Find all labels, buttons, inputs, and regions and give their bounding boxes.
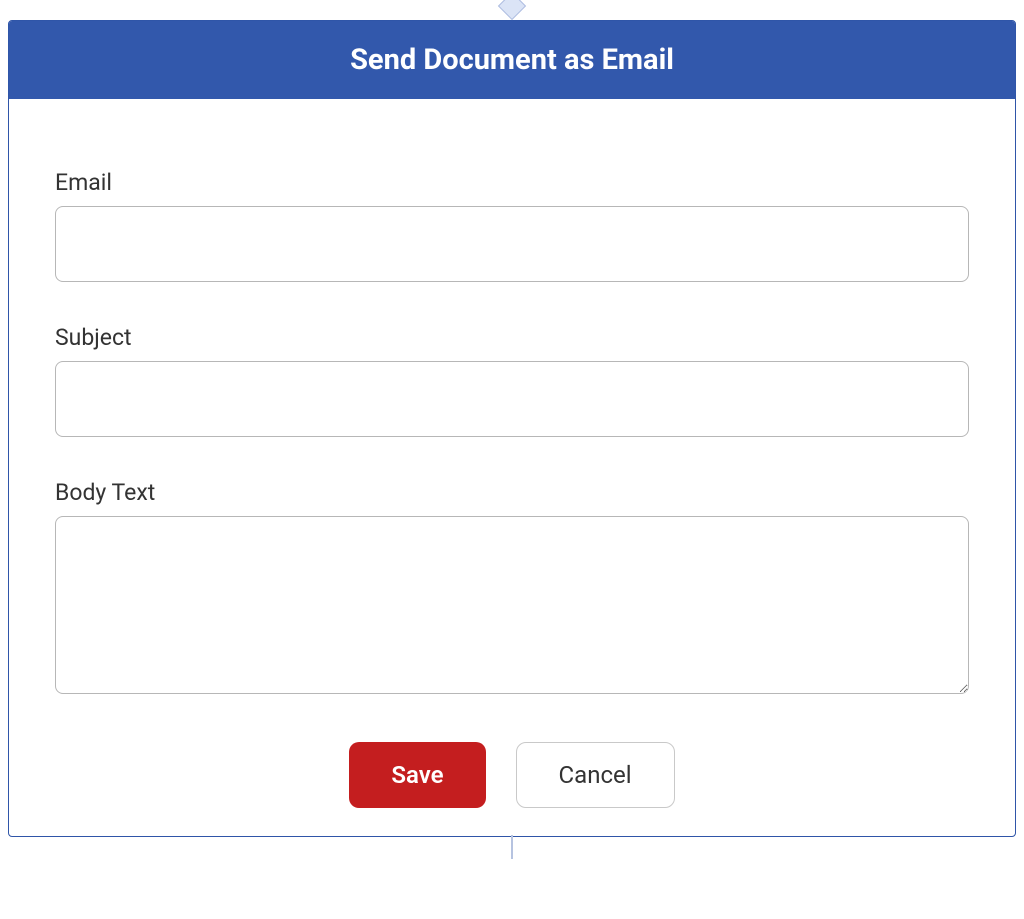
button-row: Save Cancel bbox=[55, 742, 969, 808]
cancel-button[interactable]: Cancel bbox=[516, 742, 675, 808]
save-button[interactable]: Save bbox=[349, 742, 485, 808]
body-textarea[interactable] bbox=[55, 516, 969, 694]
diamond-icon bbox=[498, 0, 526, 20]
subject-input[interactable] bbox=[55, 361, 969, 437]
send-document-card: Send Document as Email Email Subject Bod… bbox=[8, 20, 1016, 837]
body-label: Body Text bbox=[55, 479, 969, 506]
email-label: Email bbox=[55, 169, 969, 196]
subject-label: Subject bbox=[55, 324, 969, 351]
email-group: Email bbox=[55, 169, 969, 282]
subject-group: Subject bbox=[55, 324, 969, 437]
connector-bottom bbox=[8, 835, 1016, 859]
email-input[interactable] bbox=[55, 206, 969, 282]
body-group: Body Text bbox=[55, 479, 969, 698]
card-title: Send Document as Email bbox=[350, 43, 674, 77]
card-header: Send Document as Email bbox=[9, 21, 1015, 99]
card-body: Email Subject Body Text Save Cancel bbox=[9, 99, 1015, 836]
connector-line bbox=[511, 835, 513, 859]
connector-top bbox=[8, 8, 1016, 22]
